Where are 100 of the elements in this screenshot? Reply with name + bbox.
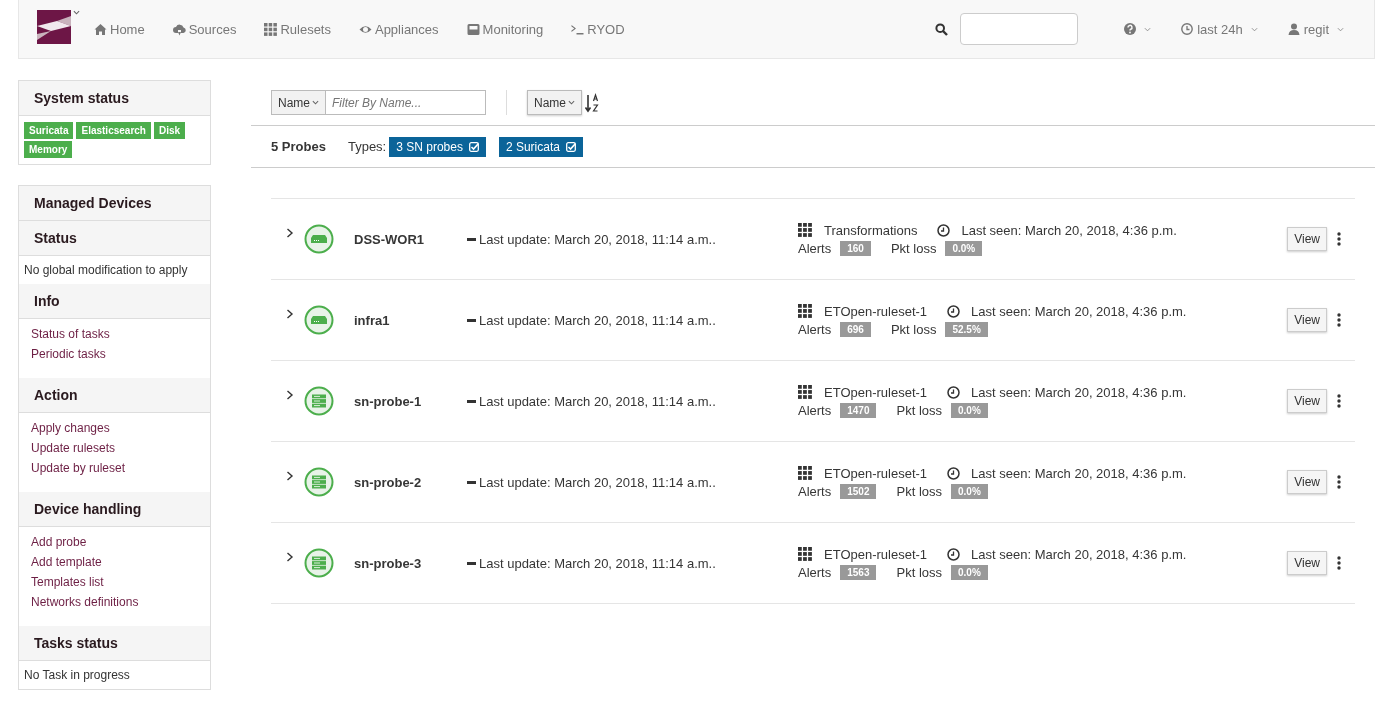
clock-icon [947,547,961,561]
status-text: No Task in progress [24,668,131,682]
probe-name: DSS-WOR1 [354,231,426,247]
section-title: Status [19,221,210,256]
filter-dropdown[interactable]: Name [271,90,326,115]
sidebar-link[interactable]: Templates list [31,572,210,592]
clock-icon [947,304,961,318]
dropdown-toggle[interactable]: last 24h [1181,21,1258,37]
chevron-right-icon[interactable] [286,309,294,319]
chevron-right-icon[interactable] [286,552,294,562]
clock-icon [1181,23,1194,35]
pkt-loss-value: 52.5% [945,321,988,337]
alerts-label: Alerts [798,321,832,337]
view-button[interactable]: View [1287,308,1327,332]
nav-link[interactable]: Sources [172,21,237,37]
probe-name: sn-probe-2 [354,474,423,490]
sidebar-link[interactable]: Networks definitions [31,592,210,612]
last-update: Last update: March 20, 2018, 11:14 a.m.. [479,474,716,490]
view-button[interactable]: View [1287,470,1327,494]
type-filter[interactable]: 3 SN probes [389,136,486,157]
status-text: No global modification to apply [24,263,189,277]
ruleset-name: ETOpen-ruleset-1 [824,384,928,400]
nav-link[interactable]: Home [94,21,145,37]
type-filter[interactable]: 2 Suricata [498,136,583,157]
dropdown-toggle[interactable]: regit [1287,21,1344,37]
pkt-loss-label: Pkt loss [896,564,942,580]
appliance-icon [304,305,334,335]
sidebar-link[interactable]: Apply changes [31,418,210,438]
sidebar-link[interactable]: Update rulesets [31,438,210,458]
logo-icon[interactable] [37,10,71,44]
help-dropdown[interactable] [1124,23,1152,35]
grid-icon [798,547,812,561]
sidebar-link[interactable]: Update by ruleset [31,458,210,478]
grid-icon [798,385,812,399]
ruleset-name: ETOpen-ruleset-1 [824,303,928,319]
clock-icon [947,385,961,399]
caret-icon [568,100,576,105]
clock-icon [947,466,961,480]
status-label: Disk [153,122,186,139]
view-button[interactable]: View [1287,389,1327,413]
view-button[interactable]: View [1287,551,1327,575]
nav-link[interactable]: Appliances [358,21,439,37]
caret-icon [1337,26,1344,32]
dash-icon [467,237,476,241]
sort-icon[interactable] [585,92,602,113]
ruleset-name: ETOpen-ruleset-1 [824,546,928,562]
more-icon[interactable] [1337,394,1341,408]
server-icon [304,386,334,416]
ruleset-name: ETOpen-ruleset-1 [824,465,928,481]
more-icon[interactable] [1337,313,1341,327]
more-icon[interactable] [1337,232,1341,246]
alerts-count: 160 [840,240,871,256]
status-label: Suricata [24,122,74,139]
last-seen: Last seen: March 20, 2018, 4:36 p.m. [961,222,1177,238]
view-button[interactable]: View [1287,227,1327,251]
alerts-label: Alerts [798,564,832,580]
monitor-icon [466,22,480,36]
last-seen: Last seen: March 20, 2018, 4:36 p.m. [971,465,1187,481]
chevron-right-icon[interactable] [286,471,294,481]
grid-icon [798,304,812,318]
nav-link[interactable]: Rulesets [264,21,331,37]
sidebar-link[interactable]: Add template [31,552,210,572]
last-update: Last update: March 20, 2018, 11:14 a.m.. [479,312,716,328]
chevron-right-icon[interactable] [286,228,294,238]
more-icon[interactable] [1337,556,1341,570]
sidebar-link[interactable]: Periodic tasks [31,344,210,364]
alerts-label: Alerts [798,483,832,499]
sidebar-link[interactable]: Add probe [31,532,210,552]
last-seen: Last seen: March 20, 2018, 4:36 p.m. [971,384,1187,400]
caret-icon [312,100,319,105]
probe-count: 5 Probes [271,139,326,154]
caret-icon[interactable] [73,10,80,15]
more-icon[interactable] [1337,475,1341,489]
sidebar-link[interactable]: Status of tasks [31,324,210,344]
status-label: Memory [24,141,73,158]
dash-icon [467,561,476,565]
chevron-right-icon[interactable] [286,390,294,400]
status-label: Elasticsearch [76,122,151,139]
nav-link[interactable]: Monitoring [466,21,544,37]
home-icon [94,22,107,36]
dash-icon [467,318,476,322]
sort-dropdown[interactable]: Name [527,90,583,115]
caret-icon [1250,26,1258,32]
user-icon [1287,23,1300,35]
section-title: Device handling [19,492,210,527]
filter-field[interactable]: Filter By Name... [326,90,486,115]
grid-icon [798,223,812,237]
pkt-loss-label: Pkt loss [890,240,937,256]
last-update: Last update: March 20, 2018, 11:14 a.m.. [479,555,716,571]
panel-title: System status [19,81,210,116]
caret-icon [1144,26,1152,32]
server-icon [304,467,334,497]
alerts-label: Alerts [798,402,832,418]
pkt-loss-value: 0.0% [951,564,988,580]
nav-link[interactable]: RYOD [571,21,625,37]
probe-name: infra1 [354,312,391,328]
search-field[interactable] [960,13,1079,45]
server-icon [304,548,334,578]
alerts-count: 696 [840,321,871,337]
pkt-loss-label: Pkt loss [896,402,942,418]
